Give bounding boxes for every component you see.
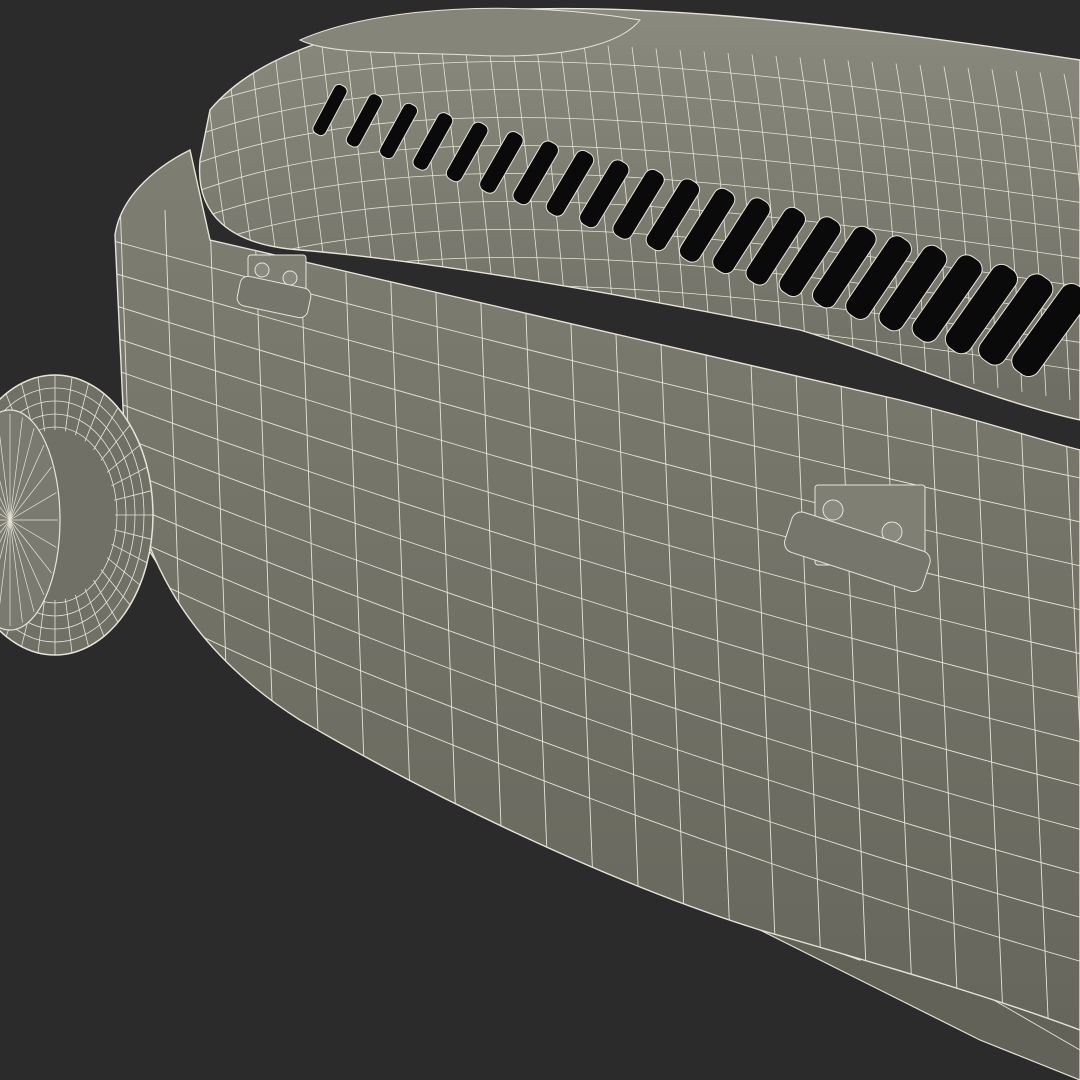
render-viewport <box>0 0 1080 1080</box>
grill-wireframe-render <box>0 7 1080 1080</box>
